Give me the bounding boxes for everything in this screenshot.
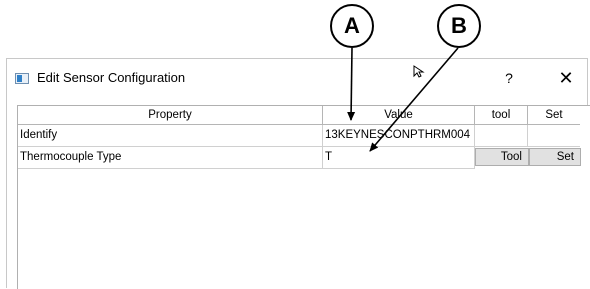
callout-arrows bbox=[347, 47, 459, 152]
arrow-a bbox=[347, 47, 356, 121]
arrow-b bbox=[369, 47, 459, 152]
